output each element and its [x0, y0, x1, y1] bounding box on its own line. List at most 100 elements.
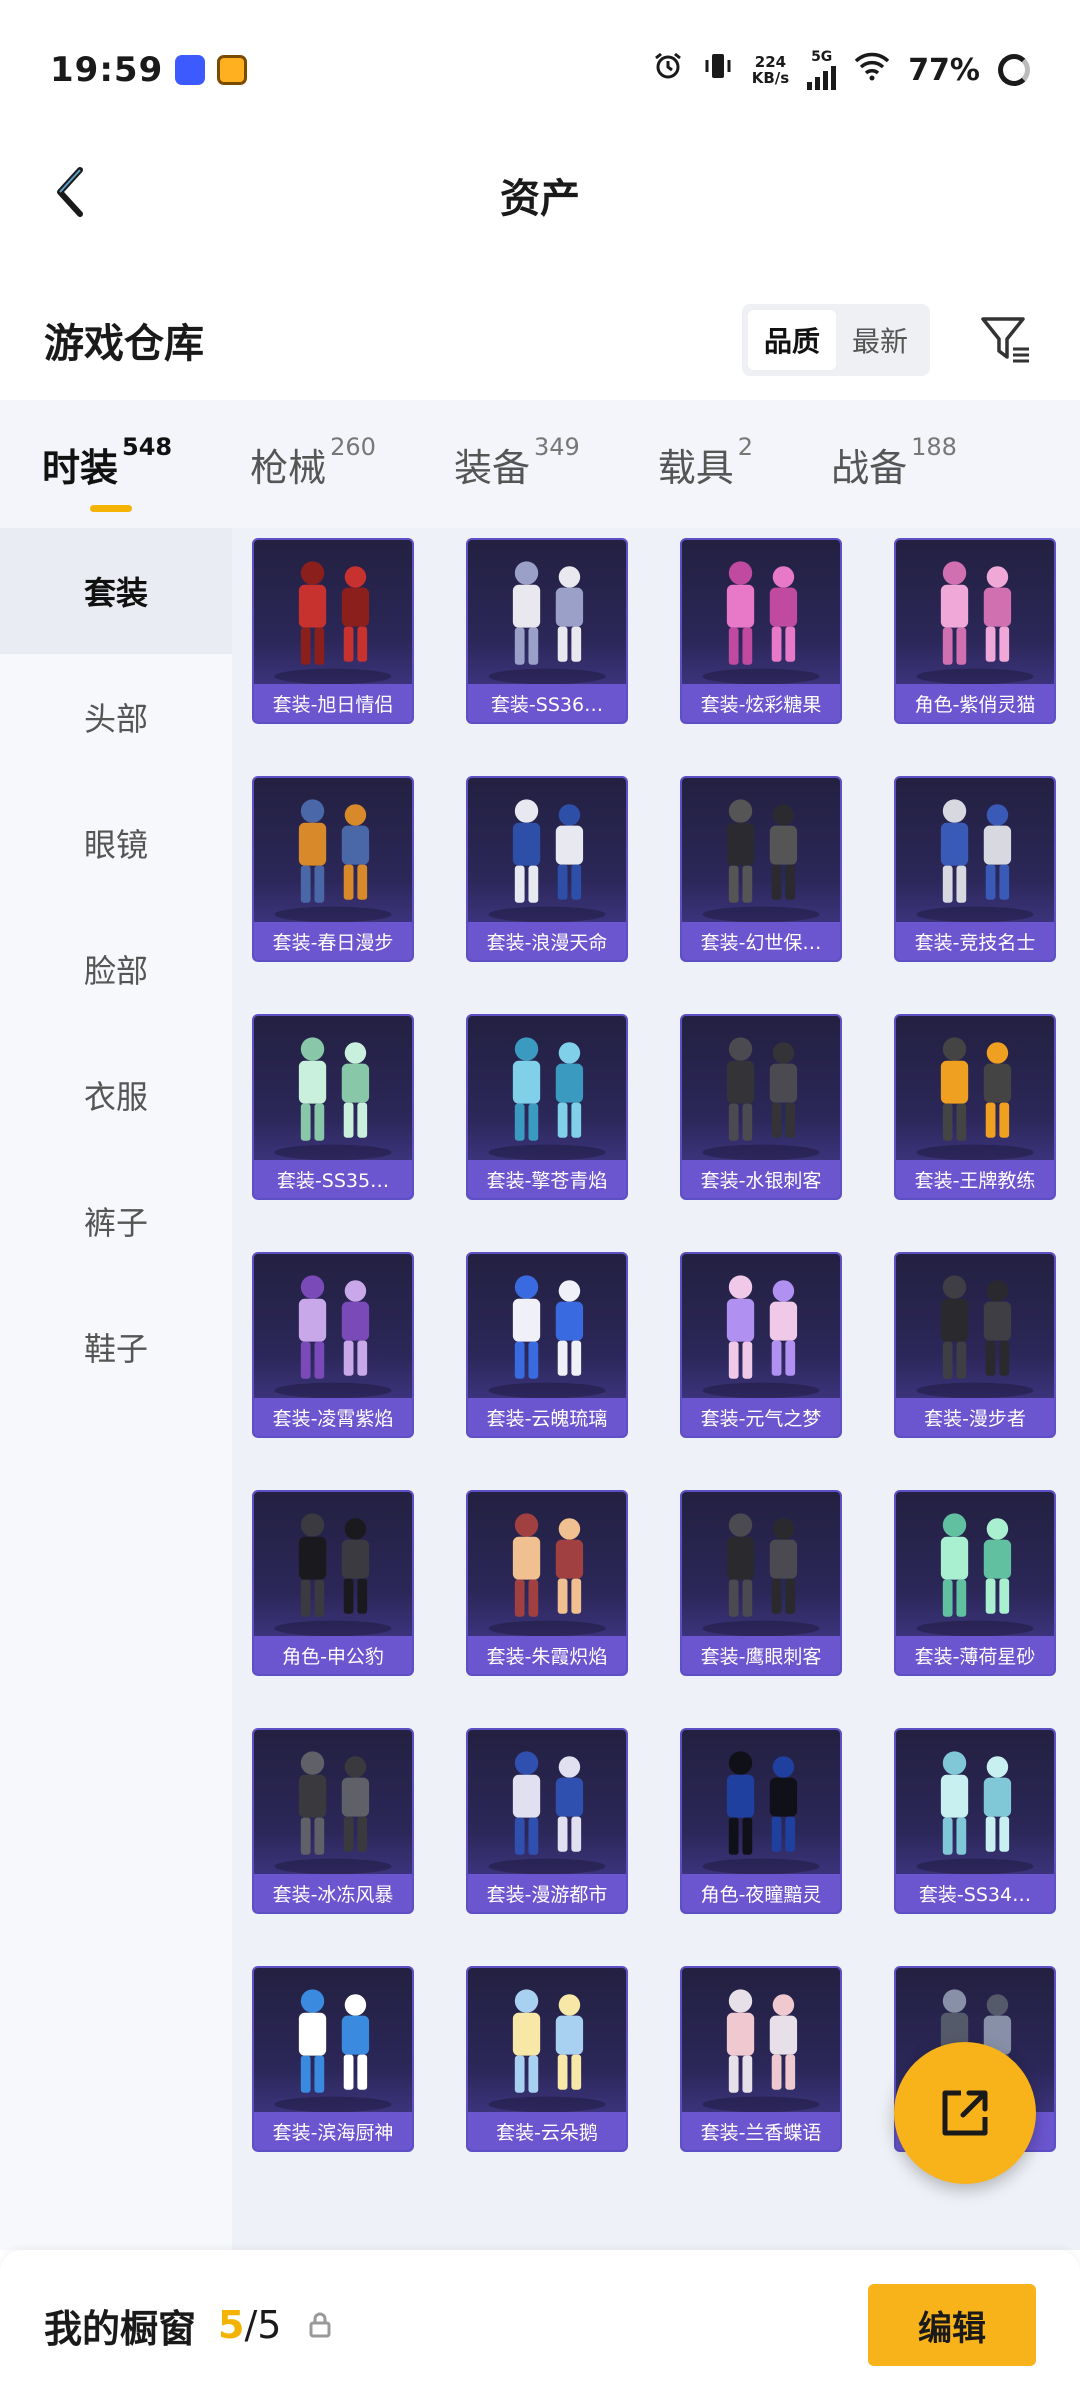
item-thumbnail	[488, 1513, 606, 1637]
item-card-label: 套装-云魄琉璃	[468, 1398, 626, 1436]
sidebar-item-head[interactable]: 头部	[0, 654, 232, 780]
battery-text: 77%	[908, 52, 980, 88]
item-card[interactable]: 套装-冰冻风暴	[252, 1728, 414, 1914]
tab-count: 260	[330, 432, 376, 461]
item-card[interactable]: 角色-夜瞳黯灵	[680, 1728, 842, 1914]
item-card[interactable]: 套装-SS35…	[252, 1014, 414, 1200]
item-card[interactable]: 套装-元气之梦	[680, 1252, 842, 1438]
item-card[interactable]: 套装-SS34…	[894, 1728, 1056, 1914]
showcase-count-sep: /	[244, 2303, 258, 2347]
item-card-label: 套装-浪漫天命	[468, 922, 626, 960]
tab-equipment[interactable]: 装备 349	[454, 433, 580, 492]
item-card-label: 套装-朱霞炽焰	[468, 1636, 626, 1674]
item-card-label: 套装-SS35…	[254, 1160, 412, 1198]
sidebar-item-glasses[interactable]: 眼镜	[0, 780, 232, 906]
share-button[interactable]	[894, 2042, 1036, 2184]
item-thumbnail	[702, 561, 820, 685]
sidebar-item-face[interactable]: 脸部	[0, 906, 232, 1032]
item-card[interactable]: 套装-SS36…	[466, 538, 628, 724]
item-thumbnail	[916, 1513, 1034, 1637]
vibrate-icon	[702, 50, 734, 90]
item-card-label: 套装-薄荷星砂	[896, 1636, 1054, 1674]
sidebar-item-clothes[interactable]: 衣服	[0, 1032, 232, 1158]
sidebar-item-shoes[interactable]: 鞋子	[0, 1284, 232, 1410]
back-button[interactable]	[40, 162, 100, 222]
tab-vehicles[interactable]: 载具 2	[657, 433, 753, 492]
item-card[interactable]: 套装-春日漫步	[252, 776, 414, 962]
signal-icon	[807, 64, 837, 90]
tab-active-indicator	[90, 504, 132, 512]
item-grid-area: 套装-旭日情侣 套装-SS36… 套装-炫彩糖果 角色-紫俏灵猫套装-春日漫步 套装-浪…	[232, 528, 1080, 2250]
tab-label: 时装	[42, 445, 119, 490]
edit-button[interactable]: 编辑	[868, 2284, 1036, 2366]
item-card[interactable]: 套装-擎苍青焰	[466, 1014, 628, 1200]
item-card[interactable]: 套装-旭日情侣	[252, 538, 414, 724]
item-thumbnail	[916, 1037, 1034, 1161]
filter-button[interactable]	[976, 310, 1036, 370]
item-card-label: 套装-冰冻风暴	[254, 1874, 412, 1912]
tab-fashion[interactable]: 时装 548	[42, 433, 172, 512]
item-card-label: 套装-王牌教练	[896, 1160, 1054, 1198]
item-card[interactable]: 角色-紫俏灵猫	[894, 538, 1056, 724]
item-card[interactable]: 套装-朱霞炽焰	[466, 1490, 628, 1676]
showcase-count-current: 5	[218, 2303, 245, 2347]
tab-label: 载具	[657, 445, 734, 490]
item-card-label: 套装-元气之梦	[682, 1398, 840, 1436]
tab-battle-gear[interactable]: 战备 188	[831, 433, 957, 492]
item-card[interactable]: 套装-云朵鹅	[466, 1966, 628, 2152]
item-card-label: 角色-申公豹	[254, 1636, 412, 1674]
item-card[interactable]: 套装-幻世保…	[680, 776, 842, 962]
tab-label: 战备	[831, 445, 908, 490]
warehouse-title: 游戏仓库	[44, 321, 204, 367]
status-time: 19:59	[50, 50, 164, 90]
item-card[interactable]: 套装-漫游都市	[466, 1728, 628, 1914]
page-title: 资产	[500, 176, 580, 222]
category-tabs: 时装 548 枪械 260 装备 349 载具 2 战备 188	[0, 400, 1080, 528]
item-card[interactable]: 套装-鹰眼刺客	[680, 1490, 842, 1676]
sidebar-item-pants[interactable]: 裤子	[0, 1158, 232, 1284]
item-card[interactable]: 套装-凌霄紫焰	[252, 1252, 414, 1438]
item-thumbnail	[274, 561, 392, 685]
item-card-label: 套装-SS34…	[896, 1874, 1054, 1912]
item-card[interactable]: 角色-申公豹	[252, 1490, 414, 1676]
item-card[interactable]: 套装-炫彩糖果	[680, 538, 842, 724]
item-card[interactable]: 套装-薄荷星砂	[894, 1490, 1056, 1676]
share-icon	[942, 2090, 988, 2136]
sort-newest-button[interactable]: 最新	[836, 310, 924, 370]
item-thumbnail	[702, 1275, 820, 1399]
item-grid: 套装-旭日情侣 套装-SS36… 套装-炫彩糖果 角色-紫俏灵猫套装-春日漫步 套装-浪…	[252, 538, 1056, 2152]
alarm-icon	[652, 50, 684, 90]
item-thumbnail	[488, 799, 606, 923]
item-card-label: 套装-漫步者	[896, 1398, 1054, 1436]
item-card[interactable]: 套装-兰香蝶语	[680, 1966, 842, 2152]
item-card[interactable]: 套装-浪漫天命	[466, 776, 628, 962]
item-thumbnail	[274, 1989, 392, 2113]
sort-quality-button[interactable]: 品质	[747, 310, 836, 370]
item-thumbnail	[916, 799, 1034, 923]
sidebar-item-suit[interactable]: 套装	[0, 528, 232, 654]
item-card[interactable]: 套装-王牌教练	[894, 1014, 1056, 1200]
item-thumbnail	[488, 1751, 606, 1875]
item-card[interactable]: 套装-竞技名士	[894, 776, 1056, 962]
item-thumbnail	[702, 1989, 820, 2113]
item-thumbnail	[702, 1037, 820, 1161]
net-speed: 224 KB/s	[752, 54, 789, 86]
filter-icon	[981, 317, 1029, 363]
item-thumbnail	[274, 1275, 392, 1399]
item-card[interactable]: 套装-漫步者	[894, 1252, 1056, 1438]
item-card[interactable]: 套装-云魄琉璃	[466, 1252, 628, 1438]
item-card[interactable]: 套装-滨海厨神	[252, 1966, 414, 2152]
item-thumbnail	[274, 1751, 392, 1875]
item-card-label: 套装-滨海厨神	[254, 2112, 412, 2150]
item-card-label: 套装-云朵鹅	[468, 2112, 626, 2150]
item-thumbnail	[916, 1751, 1034, 1875]
showcase-title: 我的橱窗	[44, 2306, 197, 2351]
status-bar: 19:59 224 KB/s 5G 77%	[0, 0, 1080, 140]
item-card-label: 套装-炫彩糖果	[682, 684, 840, 722]
header: 资产	[0, 140, 1080, 250]
tab-count: 548	[122, 432, 173, 461]
item-card[interactable]: 套装-水银刺客	[680, 1014, 842, 1200]
item-thumbnail	[916, 1275, 1034, 1399]
item-card-label: 套装-幻世保…	[682, 922, 840, 960]
tab-guns[interactable]: 枪械 260	[250, 433, 376, 492]
